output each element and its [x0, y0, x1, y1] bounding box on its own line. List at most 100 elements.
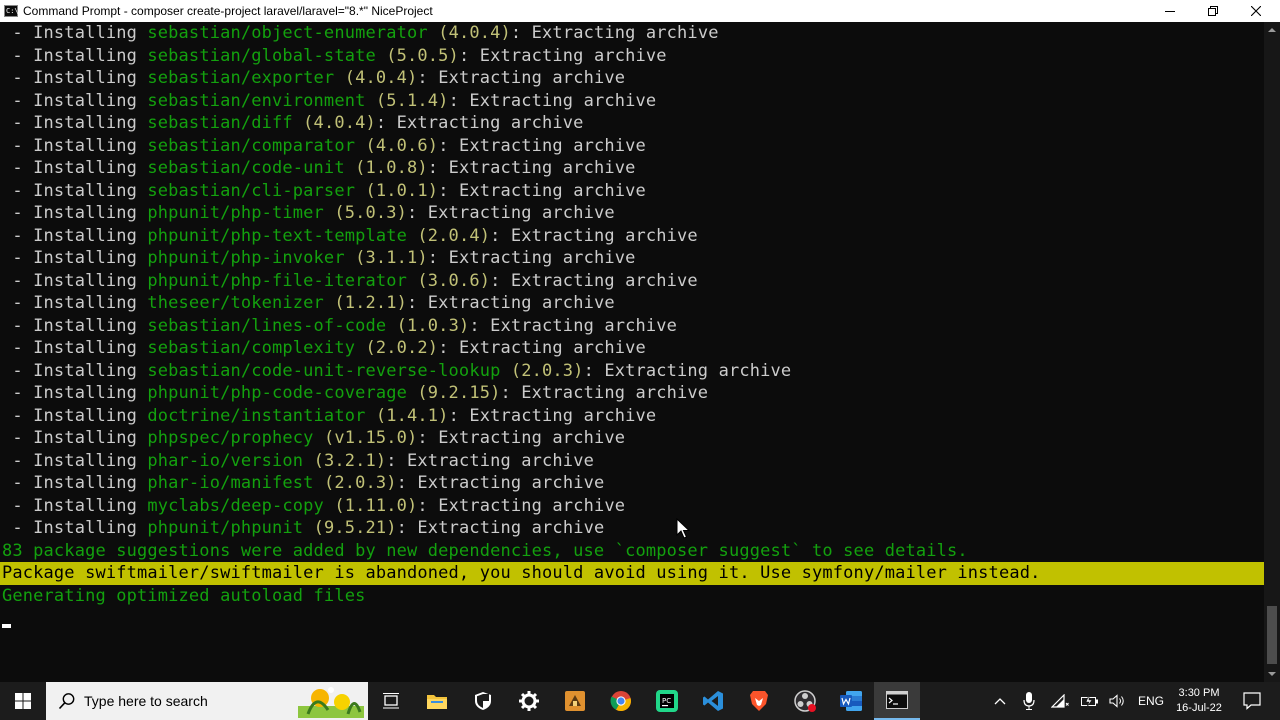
taskbar-search-box[interactable]: Type here to search: [46, 682, 368, 720]
search-placeholder: Type here to search: [84, 693, 208, 709]
pycharm-icon: PC: [656, 690, 678, 712]
install-suffix: : Extracting archive: [490, 270, 698, 291]
install-suffix: : Extracting archive: [396, 518, 605, 538]
install-line: - Installing sebastian/exporter (4.0.4):…: [2, 67, 625, 90]
clock-time: 3:30 PM: [1178, 687, 1220, 699]
start-button[interactable]: [0, 682, 46, 720]
package-name: sebastian/complexity: [147, 338, 356, 358]
chrome-button[interactable]: [598, 682, 644, 720]
install-suffix: : Extracting archive: [448, 90, 657, 111]
close-button[interactable]: [1234, 0, 1278, 22]
package-version: (5.0.5): [386, 45, 459, 66]
word-button[interactable]: [828, 682, 874, 720]
install-prefix: - Installing: [2, 518, 148, 538]
console-scrollbar[interactable]: [1264, 22, 1280, 682]
install-suffix: : Extracting archive: [375, 113, 584, 133]
brave-button[interactable]: [736, 682, 782, 720]
clock-date: 16-Jul-22: [1176, 702, 1222, 714]
install-prefix: - Installing: [2, 68, 148, 88]
scroll-down-button[interactable]: [1264, 666, 1280, 682]
package-name: sebastian/global-state: [147, 45, 376, 66]
install-prefix: - Installing: [2, 405, 148, 426]
install-prefix: - Installing: [2, 315, 148, 336]
windows-security-button[interactable]: [460, 682, 506, 720]
install-suffix: : Extracting archive: [438, 180, 646, 201]
command-prompt-app-icon[interactable]: C:\: [4, 5, 19, 17]
battery-charging-icon: [1081, 694, 1098, 708]
package-name: doctrine/instantiator: [147, 405, 366, 426]
install-prefix: - Installing: [2, 135, 148, 156]
install-suffix: : Extracting archive: [583, 360, 792, 381]
package-name: phar-io/version: [147, 450, 304, 471]
install-line: - Installing sebastian/code-unit (1.0.8)…: [2, 157, 636, 180]
search-highlight-art-icon: [298, 687, 364, 718]
abandoned-warning-line: Package swiftmailer/swiftmailer is aband…: [0, 562, 1264, 585]
package-app-icon: [565, 691, 585, 711]
package-version: (1.0.1): [365, 180, 439, 201]
volume-button[interactable]: [1104, 682, 1132, 720]
package-version: (3.2.1): [313, 450, 387, 471]
brave-icon: [750, 691, 768, 711]
install-line: - Installing sebastian/complexity (2.0.2…: [2, 337, 646, 360]
install-suffix: : Extracting archive: [500, 383, 709, 403]
package-version: (3.1.1): [355, 248, 428, 268]
scroll-thumb[interactable]: [1267, 606, 1277, 664]
install-line: - Installing sebastian/object-enumerator…: [2, 22, 719, 45]
package-version: (2.0.3): [510, 360, 584, 381]
notification-center-button[interactable]: [1232, 682, 1272, 720]
install-line: - Installing phpunit/php-file-iterator (…: [2, 270, 698, 293]
install-line: - Installing theseer/tokenizer (1.2.1): …: [2, 292, 615, 315]
install-prefix: - Installing: [2, 293, 148, 313]
package-name: sebastian/code-unit-reverse-lookup: [147, 360, 501, 381]
install-prefix: - Installing: [2, 360, 148, 381]
console-output[interactable]: - Installing sebastian/object-enumerator…: [0, 22, 1264, 682]
file-explorer-button[interactable]: [414, 682, 460, 720]
package-app-button[interactable]: [552, 682, 598, 720]
mouse-pointer-icon: [676, 518, 690, 539]
install-suffix: : Extracting archive: [427, 158, 636, 178]
install-line: - Installing phpspec/prophecy (v1.15.0):…: [2, 427, 625, 450]
install-line: - Installing sebastian/environment (5.1.…: [2, 90, 656, 113]
network-button[interactable]: [1046, 682, 1074, 720]
package-version: (1.2.1): [334, 293, 408, 313]
install-suffix: : Extracting archive: [469, 315, 678, 336]
install-prefix: - Installing: [2, 225, 148, 246]
taskbar-clock[interactable]: 3:30 PM 16-Jul-22: [1170, 682, 1228, 720]
install-line: - Installing sebastian/lines-of-code (1.…: [2, 315, 677, 338]
vscode-button[interactable]: [690, 682, 736, 720]
microphone-button[interactable]: [1016, 682, 1042, 720]
window-title: Command Prompt - composer create-project…: [23, 4, 433, 18]
task-view-icon: [383, 693, 399, 709]
install-line: - Installing phpunit/phpunit (9.5.21): E…: [2, 517, 604, 540]
title-bar[interactable]: C:\ Command Prompt - composer create-pro…: [0, 0, 1280, 22]
minimize-button[interactable]: [1148, 0, 1192, 22]
install-suffix: : Extracting archive: [417, 495, 626, 516]
package-name: phpunit/phpunit: [147, 518, 304, 538]
install-suffix: : Extracting archive: [438, 135, 646, 156]
package-version: (v1.15.0): [323, 428, 418, 448]
install-line: - Installing sebastian/diff (4.0.4): Ext…: [2, 112, 584, 135]
install-line: - Installing sebastian/comparator (4.0.6…: [2, 135, 646, 158]
security-shield-icon: [475, 692, 491, 710]
scroll-up-button[interactable]: [1264, 22, 1280, 38]
install-prefix: - Installing: [2, 45, 148, 66]
show-hidden-icons-button[interactable]: [988, 682, 1012, 720]
install-line: - Installing phar-io/version (3.2.1): Ex…: [2, 450, 594, 473]
install-suffix: : Extracting archive: [438, 338, 646, 358]
text-cursor: [2, 624, 11, 628]
battery-button[interactable]: [1076, 682, 1104, 720]
command-prompt-taskbar-button[interactable]: [874, 682, 920, 720]
package-name: sebastian/cli-parser: [147, 180, 356, 201]
restore-button[interactable]: [1191, 0, 1235, 22]
input-language-indicator[interactable]: ENG: [1132, 682, 1170, 720]
pycharm-button[interactable]: PC: [644, 682, 690, 720]
install-line: - Installing phpunit/php-text-template (…: [2, 225, 698, 248]
package-name: phpunit/php-file-iterator: [147, 270, 408, 291]
task-view-button[interactable]: [368, 682, 414, 720]
vscode-icon: [703, 691, 723, 711]
settings-button[interactable]: [506, 682, 552, 720]
speaker-icon: [1109, 694, 1124, 708]
restore-icon: [1208, 6, 1218, 16]
obs-button[interactable]: [782, 682, 828, 720]
close-icon: [1251, 6, 1261, 16]
